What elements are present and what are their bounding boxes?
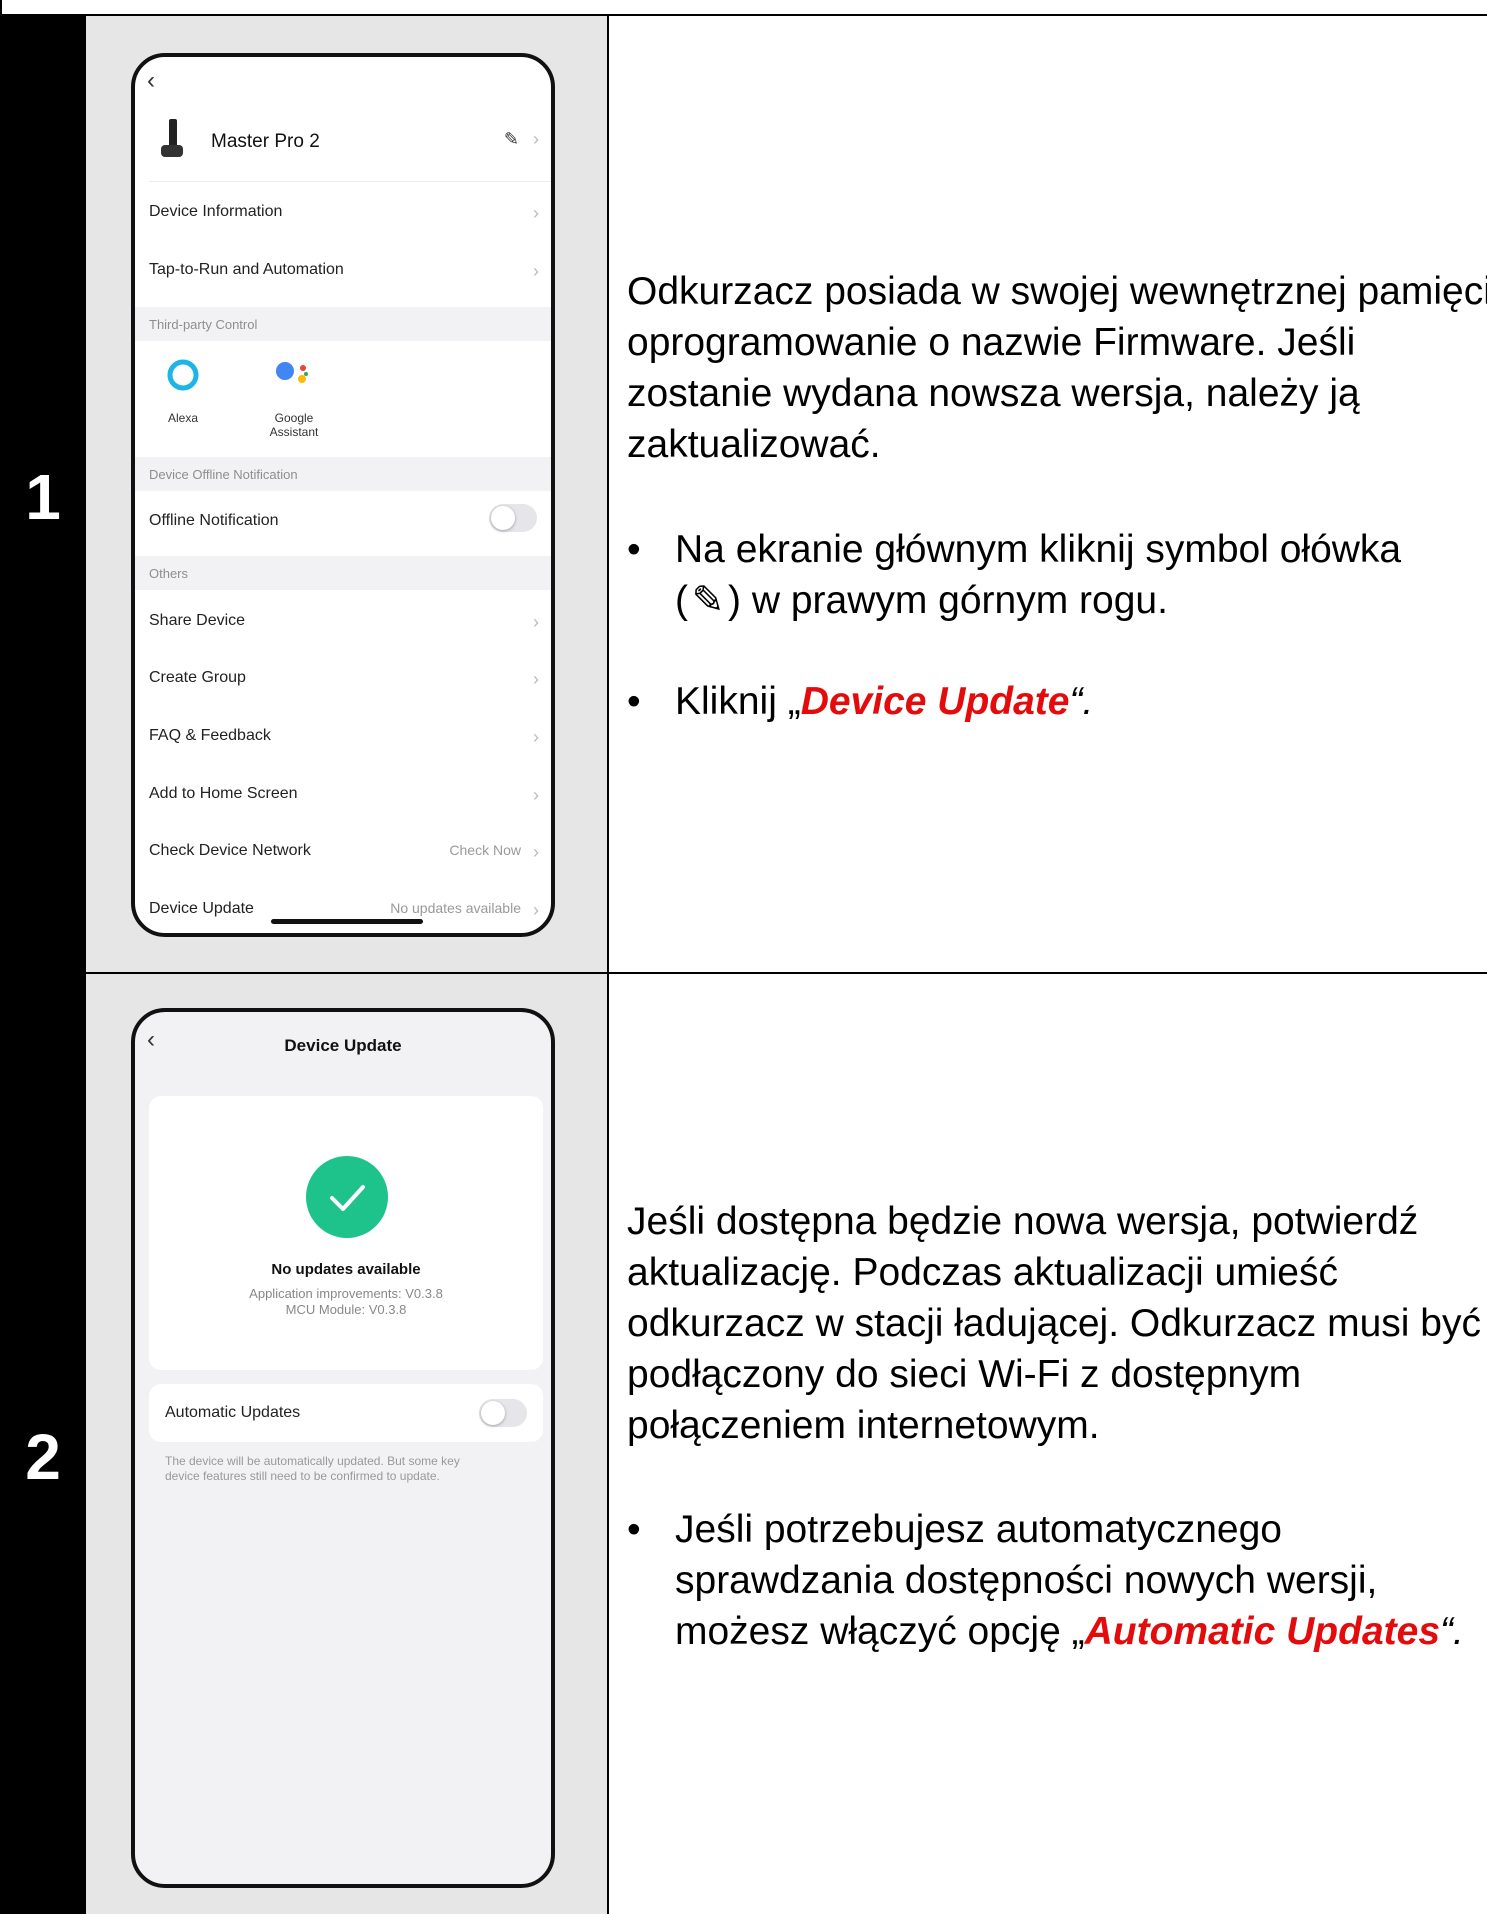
screen-title: Device Update xyxy=(284,1036,402,1055)
auto-updates-note: The device will be automatically updated… xyxy=(165,1454,545,1484)
menu-label: Offline Notification xyxy=(149,512,279,529)
auto-updates-row: Automatic Updates xyxy=(149,1384,543,1442)
phone-column-1: ‹ Master Pro 2 ✎ › Device Information › … xyxy=(86,16,609,972)
pencil-icon: ✎ xyxy=(691,579,725,622)
menu-label: Device Update xyxy=(149,900,254,917)
app-version: Application improvements: V0.3.8 xyxy=(249,1286,443,1301)
chevron-right-icon: › xyxy=(533,203,539,223)
chevron-right-icon: › xyxy=(533,785,539,805)
menu-check-device-network[interactable]: Check Device Network Check Now › xyxy=(135,842,551,872)
back-icon[interactable]: ‹ xyxy=(147,67,155,95)
status-title: No updates available xyxy=(271,1261,421,1278)
google-assistant-icon[interactable] xyxy=(273,357,313,397)
alexa-label: Alexa xyxy=(167,411,199,425)
menu-create-group[interactable]: Create Group › xyxy=(135,669,551,699)
section-third-party: Third-party Control xyxy=(135,307,551,341)
device-name: Master Pro 2 xyxy=(211,131,320,152)
menu-device-update[interactable]: Device Update No updates available › xyxy=(135,900,551,930)
bullet1-line1: Na ekranie głównym kliknij symbol ołówka xyxy=(675,528,1402,571)
auto-updates-label: Automatic Updates xyxy=(165,1404,301,1421)
menu-tap-to-run[interactable]: Tap-to-Run and Automation › xyxy=(135,261,551,291)
menu-label: Check Device Network xyxy=(149,842,311,859)
toggle-knob xyxy=(481,1401,505,1425)
bullet-text: Na ekranie głównym kliknij symbol ołówka… xyxy=(675,524,1487,626)
phone-screen-device-update: ‹ Device Update No updates available App… xyxy=(131,1008,555,1888)
bullet2-post: “. xyxy=(1069,680,1094,723)
check-now-text: Check Now xyxy=(449,842,521,858)
bullet1-line2: ) w prawym górnym rogu. xyxy=(728,579,1168,622)
bullet-dot: • xyxy=(627,528,641,571)
google-label-line1: Google xyxy=(274,411,314,425)
section-label: Device Offline Notification xyxy=(149,467,298,482)
section-label: Third-party Control xyxy=(149,317,258,332)
menu-device-information[interactable]: Device Information › xyxy=(135,203,551,233)
bullet-text: Jeśli potrzebujesz automatycznego sprawd… xyxy=(675,1504,1487,1657)
auto-updates-toggle[interactable] xyxy=(479,1399,527,1427)
menu-label: Add to Home Screen xyxy=(149,785,298,802)
chevron-right-icon: › xyxy=(533,842,539,862)
text-column-2: Jeśli dostępna będzie nowa wersja, potwi… xyxy=(609,974,1487,1914)
section-others: Others xyxy=(135,556,551,590)
bullet-post: “. xyxy=(1440,1610,1464,1653)
bullet1-paren-open: ( xyxy=(675,579,688,622)
offline-toggle[interactable] xyxy=(489,504,537,532)
google-label-line2: Assistant xyxy=(269,425,319,439)
chevron-right-icon: › xyxy=(533,129,539,149)
step-number-column xyxy=(0,16,86,1914)
pencil-icon[interactable]: ✎ xyxy=(504,129,519,150)
menu-label: Share Device xyxy=(149,612,246,629)
menu-label: Tap-to-Run and Automation xyxy=(149,261,344,278)
chevron-right-icon: › xyxy=(533,900,539,920)
bullet-dot: • xyxy=(627,1508,641,1551)
bullet-text: Kliknij „Device Update“. xyxy=(675,676,1487,727)
menu-faq-feedback[interactable]: FAQ & Feedback › xyxy=(135,727,551,757)
bullet-dot: • xyxy=(627,680,641,723)
menu-label: Device Information xyxy=(149,203,283,220)
chevron-right-icon: › xyxy=(533,669,539,689)
chevron-right-icon: › xyxy=(533,261,539,281)
phone-column-2: ‹ Device Update No updates available App… xyxy=(86,974,609,1914)
bullet2-pre: Kliknij „ xyxy=(675,680,801,723)
menu-label: FAQ & Feedback xyxy=(149,727,271,744)
step2-paragraph: Jeśli dostępna będzie nowa wersja, potwi… xyxy=(627,1200,1481,1447)
step-number-2: 2 xyxy=(25,1421,61,1493)
menu-label: Create Group xyxy=(149,669,246,686)
top-border xyxy=(0,0,1487,16)
check-circle-icon xyxy=(306,1156,388,1238)
toggle-knob xyxy=(491,506,515,530)
google-assistant-label: Google Assistant xyxy=(259,411,329,439)
menu-add-home-screen[interactable]: Add to Home Screen › xyxy=(135,785,551,815)
text-column-1: Odkurzacz posiada w swojej wewnętrznej p… xyxy=(609,16,1487,972)
highlight-automatic-updates: Automatic Updates xyxy=(1084,1610,1441,1653)
home-indicator xyxy=(271,919,423,924)
section-label: Others xyxy=(149,566,189,581)
status-card: No updates available Application improve… xyxy=(149,1096,543,1370)
robot-icon xyxy=(159,119,185,159)
phone-screen-settings: ‹ Master Pro 2 ✎ › Device Information › … xyxy=(131,53,555,937)
section-offline: Device Offline Notification xyxy=(135,457,551,491)
menu-share-device[interactable]: Share Device › xyxy=(135,612,551,642)
highlight-device-update: Device Update xyxy=(800,680,1070,723)
note-line2: device features still need to be confirm… xyxy=(165,1469,440,1483)
divider xyxy=(149,181,551,182)
chevron-right-icon: › xyxy=(533,612,539,632)
chevron-right-icon: › xyxy=(533,727,539,747)
step-number-1: 1 xyxy=(25,461,61,533)
step1-paragraph: Odkurzacz posiada w swojej wewnętrznej p… xyxy=(627,270,1487,466)
manual-page: 1 ‹ Master Pro 2 ✎ › Device Information … xyxy=(0,0,1487,1914)
mcu-version: MCU Module: V0.3.8 xyxy=(285,1302,407,1317)
update-status-text: No updates available xyxy=(390,900,521,916)
note-line1: The device will be automatically updated… xyxy=(165,1454,460,1468)
alexa-icon[interactable] xyxy=(167,359,199,391)
